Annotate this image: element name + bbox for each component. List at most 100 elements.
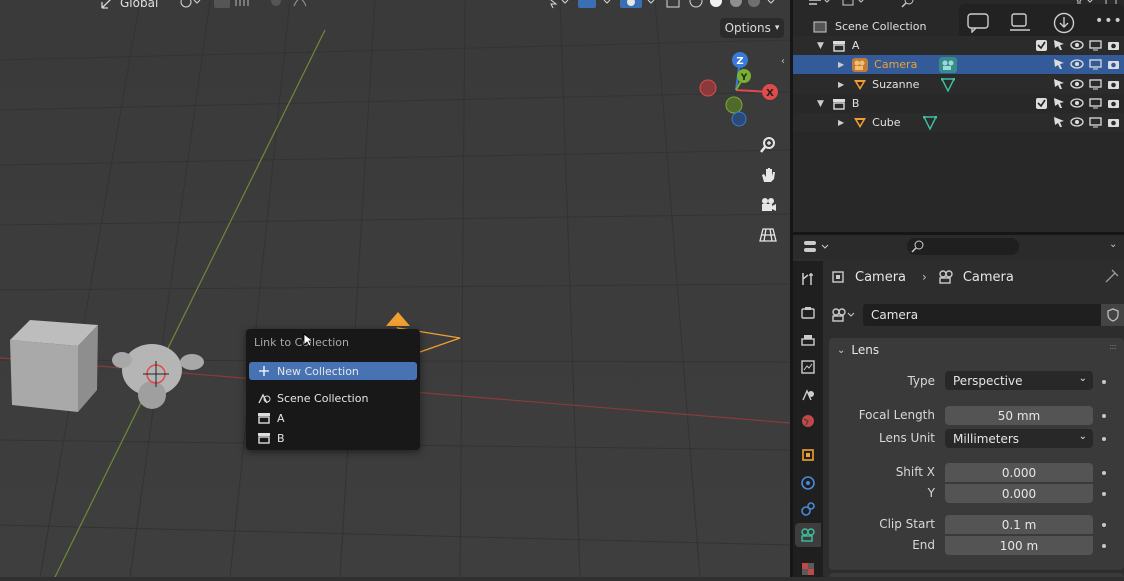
sidebar-toggle-icon[interactable]: ‹ (781, 56, 785, 67)
options-button[interactable]: Options ▾ (720, 18, 784, 38)
animate-property-dot[interactable] (1102, 544, 1106, 548)
outliner-row-collection-a[interactable]: ▼ A (793, 36, 1124, 55)
camera-datablock-name-field[interactable]: Camera (863, 304, 1101, 326)
tab-physics[interactable] (795, 471, 821, 495)
expand-arrow-icon[interactable]: ▼ (817, 99, 824, 109)
animate-property-dot[interactable] (1102, 380, 1106, 384)
render-camera-icon[interactable] (1106, 57, 1120, 71)
pin-icon[interactable] (1105, 269, 1119, 286)
animate-property-dot[interactable] (1102, 414, 1106, 418)
camera-datablock-selector[interactable] (831, 305, 859, 325)
eye-icon[interactable] (1070, 77, 1084, 91)
shift-y-field[interactable]: 0.000 (945, 484, 1093, 503)
eye-icon[interactable] (1070, 57, 1084, 71)
monitor-icon[interactable] (1088, 57, 1102, 71)
tab-view-layer[interactable] (795, 355, 821, 379)
outliner-row-camera[interactable]: ▶ Camera (793, 55, 1124, 74)
camera-data-icon (937, 269, 955, 285)
editor-type-icon[interactable] (803, 239, 831, 258)
selectable-icon[interactable] (1052, 115, 1066, 129)
transform-orientation-dropdown[interactable]: Global (120, 0, 158, 10)
tab-scene[interactable] (795, 383, 821, 407)
shift-x-field[interactable]: 0.000 (945, 463, 1093, 482)
display-mode-icon[interactable] (841, 0, 867, 11)
tab-output[interactable] (795, 329, 821, 353)
outliner-row-collection-b[interactable]: ▼ B (793, 94, 1124, 113)
camera-view-button[interactable] (755, 192, 781, 218)
monitor-icon[interactable] (1088, 96, 1102, 110)
outliner-row-cube[interactable]: ▶ Cube (793, 113, 1124, 132)
expand-arrow-icon[interactable]: ▼ (817, 41, 824, 51)
menu-item-new-collection[interactable]: New Collection (249, 362, 417, 380)
tab-constraints[interactable] (795, 497, 821, 521)
editor-type-icon[interactable] (807, 0, 831, 11)
monitor-icon[interactable] (1088, 38, 1102, 52)
monitor-icon[interactable] (1088, 115, 1102, 129)
exclude-checkbox[interactable] (1034, 96, 1048, 110)
navigation-gizmo[interactable]: X Z Y (696, 50, 782, 130)
tab-texture[interactable] (795, 557, 821, 581)
selectable-icon[interactable] (1052, 77, 1066, 91)
drag-handle-icon[interactable]: :::: (1109, 342, 1117, 351)
fake-user-button[interactable] (1101, 304, 1124, 326)
eye-icon[interactable] (1070, 96, 1084, 110)
animate-property-dot[interactable] (1102, 437, 1106, 441)
focal-length-field[interactable]: 50 mm (945, 406, 1093, 425)
camera-data-icon[interactable] (939, 56, 958, 73)
expand-arrow-icon[interactable]: ▶ (838, 80, 844, 89)
world-icon (802, 415, 814, 427)
perspective-toggle-button[interactable] (755, 222, 781, 248)
zoom-button[interactable] (755, 132, 781, 158)
outliner-row-scene-collection[interactable]: Scene Collection (793, 17, 1124, 36)
next-panel-header[interactable] (829, 573, 1124, 577)
chevron-down-icon[interactable]: ⌄ (1109, 239, 1117, 250)
expand-arrow-icon[interactable]: ▶ (838, 118, 844, 127)
shading-modes-icon[interactable] (688, 0, 778, 13)
tab-world[interactable] (795, 409, 821, 433)
printer-icon (801, 335, 815, 346)
selectable-icon[interactable] (1052, 57, 1066, 71)
search-icon[interactable] (901, 0, 915, 11)
properties-search-input[interactable] (907, 238, 1019, 255)
menu-item-collection-b[interactable]: B (249, 429, 417, 447)
proportional-edit-icon[interactable] (268, 0, 314, 13)
render-camera-icon[interactable] (1106, 38, 1120, 52)
render-camera-icon[interactable] (1106, 96, 1120, 110)
tab-tool[interactable] (795, 267, 821, 291)
eye-icon[interactable] (1070, 38, 1084, 52)
gizmo-toggle-icon[interactable] (578, 0, 614, 13)
outliner-row-suzanne[interactable]: ▶ Suzanne (793, 75, 1124, 94)
lens-unit-dropdown[interactable]: Millimeters ⌄ (945, 429, 1093, 448)
clip-start-field[interactable]: 0.1 m (945, 515, 1093, 534)
exclude-checkbox[interactable] (1034, 38, 1048, 52)
menu-item-label: B (277, 431, 285, 445)
selectable-icon[interactable] (1052, 96, 1066, 110)
animate-property-dot[interactable] (1102, 523, 1106, 527)
render-camera-icon[interactable] (1106, 115, 1120, 129)
overlays-toggle-icon[interactable] (620, 0, 660, 13)
clip-end-field[interactable]: 100 m (945, 536, 1093, 555)
menu-item-collection-a[interactable]: A (249, 409, 417, 427)
pivot-icon[interactable] (180, 0, 202, 13)
expand-arrow-icon[interactable]: ▶ (838, 60, 844, 69)
monitor-icon[interactable] (1088, 77, 1102, 91)
render-camera-icon[interactable] (1106, 77, 1120, 91)
lens-type-dropdown[interactable]: Perspective ⌄ (945, 371, 1093, 390)
mesh-data-icon[interactable] (922, 115, 937, 130)
animate-property-dot[interactable] (1102, 471, 1106, 475)
mesh-data-icon[interactable] (941, 77, 956, 92)
snap-icon[interactable] (214, 0, 260, 13)
menu-item-scene-collection[interactable]: Scene Collection (249, 389, 417, 407)
visibility-selectability-icon[interactable] (544, 0, 572, 13)
tab-object[interactable] (795, 443, 821, 467)
tab-camera-data[interactable] (795, 523, 821, 547)
selectable-icon[interactable] (1052, 38, 1066, 52)
animate-property-dot[interactable] (1102, 492, 1106, 496)
pan-button[interactable] (755, 162, 781, 188)
outliner-row-label: B (851, 97, 860, 110)
eye-icon[interactable] (1070, 115, 1084, 129)
tab-render[interactable] (795, 301, 821, 325)
lens-panel-header[interactable]: ⌄ Lens :::: (829, 338, 1124, 362)
xray-toggle-icon[interactable] (666, 0, 680, 13)
3d-viewport[interactable]: Global Options ▾ X Z Y ‹ Link to Collect… (0, 0, 790, 577)
